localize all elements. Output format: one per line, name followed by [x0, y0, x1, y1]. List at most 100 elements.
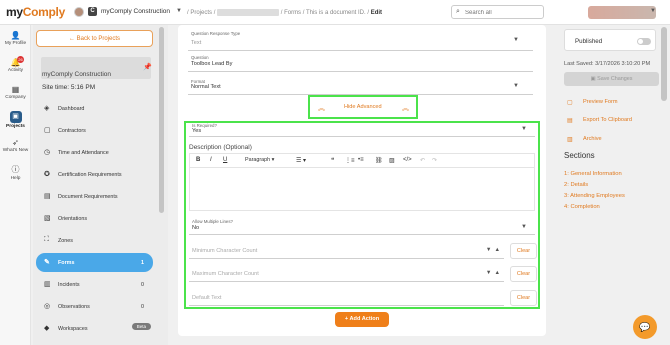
nav-item-certification-requirements[interactable]: ✪ Certification Requirements	[36, 165, 153, 184]
breadcrumb-projects[interactable]: Projects	[190, 10, 212, 16]
user-menu[interactable]	[588, 6, 656, 19]
paragraph-select[interactable]: Paragraph ▾	[245, 157, 274, 163]
rail-item-help[interactable]: ⓘ Help	[0, 164, 31, 181]
bold-icon[interactable]: B	[196, 157, 200, 163]
search-icon: ⌕	[456, 8, 460, 15]
min-character-count-input[interactable]: Minimum Character Count ▼ ▲	[189, 243, 504, 259]
chevron-down-icon: ▼	[521, 224, 527, 230]
nav-item-document-requirements[interactable]: ▤ Document Requirements	[36, 187, 153, 206]
nav-item-forms[interactable]: ✎ Forms 1	[36, 253, 153, 272]
rail-item-whats-new[interactable]: ➶ What's New	[0, 138, 31, 153]
image-icon[interactable]: ▨	[389, 157, 395, 164]
nav-item-zones[interactable]: ⛶ Zones	[36, 231, 153, 250]
underline-icon[interactable]: U	[223, 157, 227, 163]
rail-item-my-profile[interactable]: 👤 My Profile	[0, 31, 31, 46]
published-toggle[interactable]	[637, 38, 651, 45]
link-icon[interactable]: ⛓	[375, 157, 383, 164]
clear-default-button[interactable]: Clear	[510, 290, 537, 306]
field-placeholder: Maximum Character Count	[192, 271, 259, 277]
allow-multiple-lines-select[interactable]: Allow Multiple Lines? No ▼	[189, 219, 535, 235]
briefcase-icon: ▢	[44, 127, 51, 134]
nav-item-label: Incidents	[58, 281, 80, 288]
help-icon: ⓘ	[11, 165, 20, 174]
field-label: Allow Multiple Lines?	[192, 219, 233, 224]
rail-item-label: My Profile	[4, 41, 27, 46]
nav-item-label: Contractors	[58, 127, 86, 134]
advanced-options: Is Required? Yes ▼ Description (Optional…	[184, 121, 540, 309]
is-required-select[interactable]: Is Required? Yes ▼	[189, 123, 535, 137]
field-label: Question Response Type	[191, 31, 241, 36]
rail-item-company[interactable]: ▦ Company	[0, 85, 31, 100]
right-panel: Published Last Saved: 3/17/2026 3:10:20 …	[560, 25, 670, 345]
breadcrumb-document[interactable]: This is a document ID.	[306, 10, 366, 16]
max-character-count-input[interactable]: Maximum Character Count ▼ ▲	[189, 266, 504, 282]
search-input[interactable]	[465, 8, 541, 17]
projects-icon: ▣	[9, 111, 22, 123]
stepper-arrows-icon[interactable]: ▼ ▲	[486, 270, 500, 276]
align-icon[interactable]: ☰ ▾	[296, 157, 306, 164]
form-editor: Question Response Type Text ▼ Question T…	[178, 25, 546, 336]
org-switcher[interactable]: myComply Construction	[101, 8, 170, 15]
save-changes-button[interactable]: ▣ Save Changes	[564, 72, 659, 86]
chat-icon[interactable]: 💬	[633, 315, 657, 339]
orientation-icon: ▧	[44, 215, 51, 222]
stepper-arrows-icon[interactable]: ▼ ▲	[486, 247, 500, 253]
chevron-down-icon[interactable]: ▼	[176, 8, 182, 14]
chevron-down-icon[interactable]: ▼	[650, 8, 656, 14]
back-to-projects-button[interactable]: ← Back to Projects	[36, 30, 153, 47]
question-input[interactable]: Question Toolbox Lead By	[188, 55, 533, 72]
nav-item-label: Time and Attendance	[58, 149, 109, 156]
clear-min-button[interactable]: Clear	[510, 243, 537, 259]
page-scrollbar[interactable]	[661, 27, 667, 101]
nav-item-orientations[interactable]: ▧ Orientations	[36, 209, 153, 228]
nav-item-time-attendance[interactable]: ◷ Time and Attendance	[36, 143, 153, 162]
add-action-button[interactable]: + Add Action	[335, 312, 389, 327]
section-link[interactable]: 4: Completion	[564, 204, 600, 210]
site-time: Site time: 5:16 PM	[42, 84, 96, 91]
italic-icon[interactable]: I	[210, 157, 212, 163]
quote-icon[interactable]: ❝	[331, 157, 334, 164]
clipboard-icon: ▤	[567, 118, 573, 124]
hide-advanced-button[interactable]: ︽ Hide Advanced ︽	[308, 95, 418, 119]
section-link[interactable]: 1: General Information	[564, 171, 622, 177]
breadcrumb-forms[interactable]: Forms	[284, 10, 301, 16]
sidebar-scrollbar[interactable]	[159, 27, 164, 213]
nav-item-label: Observations	[58, 303, 90, 310]
pin-icon[interactable]: 📌	[143, 63, 152, 71]
nav-item-workspaces[interactable]: ◆ Workspaces Beta	[36, 319, 153, 338]
mycomply-logo[interactable]: myComply	[6, 5, 65, 19]
undo-icon[interactable]: ↶	[420, 157, 425, 164]
breadcrumb-project-redacted[interactable]	[217, 9, 280, 16]
response-type-select[interactable]: Question Response Type Text ▼	[188, 31, 533, 51]
nav-item-count: 1	[141, 259, 144, 266]
chevrons-up-icon: ︽	[402, 105, 409, 112]
nav-item-contractors[interactable]: ▢ Contractors	[36, 121, 153, 140]
description-editor[interactable]: B I U Paragraph ▾ ☰ ▾ ❝ ⋮≡ •≡ ⛓ ▨ </> ↶ …	[189, 153, 535, 211]
nav-item-observations[interactable]: ◎ Observations 0	[36, 297, 153, 316]
editor-toolbar: B I U Paragraph ▾ ☰ ▾ ❝ ⋮≡ •≡ ⛓ ▨ </> ↶ …	[190, 154, 534, 168]
dashboard-icon: ◈	[44, 105, 50, 112]
nav-item-incidents[interactable]: ▥ Incidents 0	[36, 275, 153, 294]
section-link[interactable]: 2: Details	[564, 182, 588, 188]
section-link[interactable]: 3: Attending Employees	[564, 193, 625, 199]
code-icon[interactable]: </>	[403, 157, 412, 163]
clear-max-button[interactable]: Clear	[510, 266, 537, 282]
rail-item-label: Projects	[6, 124, 25, 129]
observation-icon: ◎	[44, 303, 51, 310]
redo-icon[interactable]: ↷	[432, 157, 437, 164]
default-text-input[interactable]: Default Text	[189, 290, 504, 306]
bullet-list-icon[interactable]: •≡	[358, 157, 364, 163]
nav-item-dashboard[interactable]: ◈ Dashboard	[36, 99, 153, 118]
field-label: Question	[191, 55, 209, 60]
field-placeholder: Default Text	[192, 295, 222, 301]
rail-item-activity[interactable]: 🔔 26 Activity	[0, 56, 31, 73]
format-select[interactable]: Format Normal Text ▼	[188, 79, 533, 95]
org-avatar[interactable]	[74, 7, 84, 17]
rail-item-label: Activity	[7, 68, 24, 73]
arrow-left-icon: ←	[68, 36, 77, 42]
search-box[interactable]: ⌕	[451, 5, 544, 19]
nav-item-count: 0	[141, 303, 144, 310]
numbered-list-icon[interactable]: ⋮≡	[345, 157, 355, 164]
user-icon: 👤	[10, 31, 21, 40]
rail-item-projects[interactable]: ▣ Projects	[0, 111, 31, 129]
